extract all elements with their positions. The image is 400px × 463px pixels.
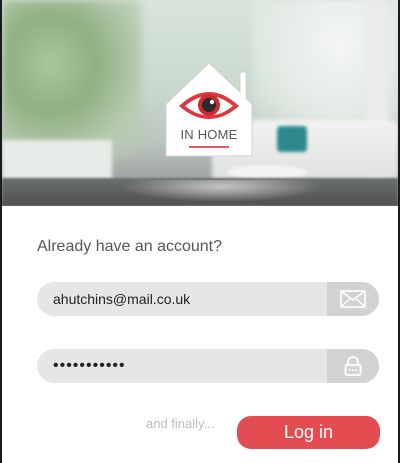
hero-image: IN HOME — [2, 0, 398, 206]
email-input[interactable] — [37, 282, 327, 316]
logo-underline — [189, 146, 229, 148]
logo-text: IN HOME — [180, 127, 238, 142]
password-input[interactable] — [37, 349, 327, 383]
login-heading: Already have an account? — [37, 238, 223, 255]
password-icon-box — [327, 349, 379, 383]
email-field-container — [37, 282, 379, 316]
email-icon-box — [327, 282, 379, 316]
envelope-icon — [340, 290, 366, 308]
login-button[interactable]: Log in — [237, 416, 380, 449]
login-screen: IN HOME Already have an account? ahutchi… — [0, 0, 400, 463]
finally-hint: and finally... — [146, 416, 215, 431]
house-icon — [165, 62, 253, 157]
app-logo: IN HOME — [165, 62, 253, 157]
padlock-icon — [344, 356, 362, 376]
password-field-container — [37, 349, 379, 383]
